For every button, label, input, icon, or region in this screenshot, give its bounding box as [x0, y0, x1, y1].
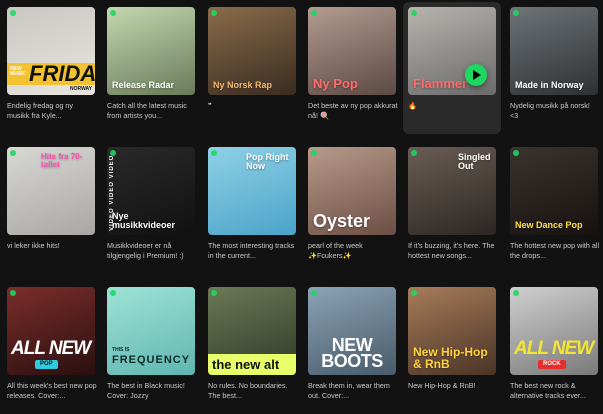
cover-title: Nye musikkvideoer	[112, 211, 176, 230]
playlist-cover[interactable]: New Hip-Hop & RnB	[408, 287, 496, 375]
playlist-description: 🔥	[408, 101, 417, 110]
spotify-logo-icon	[110, 290, 116, 296]
cover-title: Hits fra 70-tallet	[41, 152, 83, 169]
cover-title: Singled Out	[458, 152, 491, 171]
cover-banner-small: NEW MUSIC	[10, 66, 27, 77]
playlist-cover[interactable]: Made in Norway	[510, 7, 598, 95]
cover-title: Oyster	[313, 211, 371, 231]
playlist-card-new-boots[interactable]: NEW BOOTS Break them in, wear them out. C…	[303, 282, 401, 414]
playlist-card-pop-right-now[interactable]: Pop Right Now The most interesting tracks…	[203, 142, 301, 274]
spotify-logo-icon	[411, 10, 417, 16]
playlist-card-new-hiphop-rnb[interactable]: New Hip-Hop & RnB New Hip-Hop & RnB!	[403, 282, 501, 414]
cover-banner-tail: NORWAY	[70, 86, 92, 92]
playlist-description: pearl of the week ✨Fcukers✨	[308, 241, 363, 260]
spotify-logo-icon	[411, 150, 417, 156]
playlist-cover[interactable]: Hits fra 70-tallet	[7, 147, 95, 235]
spotify-logo-icon	[10, 150, 16, 156]
spotify-logo-icon	[513, 150, 519, 156]
playlist-card-new-dance-pop[interactable]: New Dance Pop The hottest new pop with al…	[505, 142, 603, 274]
playlist-cover[interactable]: Nye musikkvideoer VIDEO VIDEO VIDEO	[107, 147, 195, 235]
playlist-card-friday[interactable]: FRIDAYNEW MUSICNORWAYEndelig fredag og n…	[2, 2, 100, 134]
spotify-logo-icon	[513, 10, 519, 16]
spotify-logo-icon	[311, 150, 317, 156]
playlist-description: The best in Black music! Cover: Jozzy	[107, 381, 185, 400]
cover-title: New Hip-Hop & RnB	[413, 345, 488, 371]
cover-vertical-text: VIDEO VIDEO VIDEO	[109, 154, 115, 231]
spotify-logo-icon	[513, 290, 519, 296]
play-icon	[473, 70, 481, 80]
cover-big-title: ALL NEW	[514, 338, 594, 359]
playlist-description: Musikkvideoer er nå tilgjengelig i Premi…	[107, 241, 184, 260]
playlist-card-oyster[interactable]: Oyster pearl of the week ✨Fcukers✨	[303, 142, 401, 274]
playlist-description: The best new rock & alternative tracks e…	[510, 381, 586, 400]
playlist-cover[interactable]: FRIDAYNEW MUSICNORWAY	[7, 7, 95, 95]
playlist-cover[interactable]: THIS IS FREQUENCY	[107, 287, 195, 375]
cover-title: NEW BOOTS	[321, 335, 383, 371]
cover-title: Ny Norsk Rap	[213, 80, 273, 90]
playlist-description: New Hip-Hop & RnB!	[408, 381, 476, 390]
playlist-card-ny-norsk-rap[interactable]: Ny Norsk Rap ❞	[203, 2, 301, 134]
cover-big-title: ALL NEW	[11, 338, 91, 359]
playlist-card-frequency[interactable]: THIS IS FREQUENCY The best in Black music!…	[102, 282, 200, 414]
playlist-cover[interactable]: ALL NEW POP	[7, 287, 95, 375]
playlist-description: Endelig fredag og ny musikk fra Kyle...	[7, 101, 73, 120]
playlist-description: No rules. No boundaries. The best...	[208, 381, 288, 400]
playlist-cover[interactable]: the new alt	[208, 287, 296, 375]
playlist-card-made-in-norway[interactable]: Made in Norway Nydelig musikk på norsk! <…	[505, 2, 603, 134]
playlist-cover[interactable]: Oyster	[308, 147, 396, 235]
playlist-description: ❞	[208, 101, 212, 110]
playlist-cover[interactable]: Ny Norsk Rap	[208, 7, 296, 95]
playlist-description: The hottest new pop with all the drops..…	[510, 241, 600, 260]
playlist-cover[interactable]: Flammer	[408, 7, 496, 95]
playlist-card-hits-fra-70[interactable]: Hits fra 70-tallet vi leker ikke hits!	[2, 142, 100, 274]
cover-genre-tag: ROCK	[538, 360, 566, 369]
cover-title: the new alt	[208, 354, 296, 375]
playlist-card-nye-musikkvideoer[interactable]: Nye musikkvideoer VIDEO VIDEO VIDEO Musikk…	[102, 142, 200, 274]
spotify-logo-icon	[211, 290, 217, 296]
playlist-description: Break them in, wear them out. Cover:...	[308, 381, 390, 400]
play-button[interactable]	[465, 64, 487, 86]
playlist-card-singled-out[interactable]: Singled Out If it's buzzing, it's here. T…	[403, 142, 501, 274]
playlist-description: vi leker ikke hits!	[7, 241, 60, 250]
spotify-logo-icon	[10, 10, 16, 16]
playlist-description: Catch all the latest music from artists …	[107, 101, 187, 120]
playlist-description: All this week's best new pop releases. C…	[7, 381, 97, 400]
playlist-card-flammer[interactable]: Flammer 🔥	[403, 2, 501, 134]
playlist-card-all-new-pop[interactable]: ALL NEW POP All this week's best new pop r…	[2, 282, 100, 414]
spotify-logo-icon	[411, 290, 417, 296]
cover-small-title: THIS IS	[112, 347, 130, 353]
spotify-logo-icon	[211, 10, 217, 16]
spotify-logo-icon	[110, 10, 116, 16]
cover-title: Ny Pop	[313, 76, 358, 91]
cover-title: Release Radar	[112, 80, 175, 90]
playlist-card-release-radar[interactable]: Release Radar Catch all the latest music …	[102, 2, 200, 134]
playlist-grid: FRIDAYNEW MUSICNORWAYEndelig fredag og n…	[0, 0, 603, 412]
playlist-cover[interactable]: New Dance Pop	[510, 147, 598, 235]
playlist-card-the-new-alt[interactable]: the new alt No rules. No boundaries. The …	[203, 282, 301, 414]
playlist-description: If it's buzzing, it's here. The hottest …	[408, 241, 495, 260]
playlist-card-ny-pop[interactable]: Ny Pop Det beste av ny pop akkurat nå! 🍭	[303, 2, 401, 134]
playlist-description: Det beste av ny pop akkurat nå! 🍭	[308, 101, 398, 120]
playlist-description: The most interesting tracks in the curre…	[208, 241, 295, 260]
playlist-cover[interactable]: Ny Pop	[308, 7, 396, 95]
playlist-cover[interactable]: Pop Right Now	[208, 147, 296, 235]
playlist-cover[interactable]: NEW BOOTS	[308, 287, 396, 375]
spotify-logo-icon	[10, 290, 16, 296]
cover-title: FREQUENCY	[112, 354, 191, 366]
playlist-description: Nydelig musikk på norsk! <3	[510, 101, 590, 120]
playlist-cover[interactable]: Release Radar	[107, 7, 195, 95]
cover-title: Made in Norway	[515, 80, 584, 90]
playlist-card-all-new-rock[interactable]: ALL NEW ROCK The best new rock & alternati…	[505, 282, 603, 414]
cover-genre-tag: POP	[35, 360, 58, 369]
spotify-logo-icon	[311, 290, 317, 296]
playlist-cover[interactable]: ALL NEW ROCK	[510, 287, 598, 375]
playlist-cover[interactable]: Singled Out	[408, 147, 496, 235]
spotify-logo-icon	[311, 10, 317, 16]
spotify-logo-icon	[211, 150, 217, 156]
cover-title: Pop Right Now	[246, 152, 289, 171]
cover-title: New Dance Pop	[515, 220, 583, 230]
